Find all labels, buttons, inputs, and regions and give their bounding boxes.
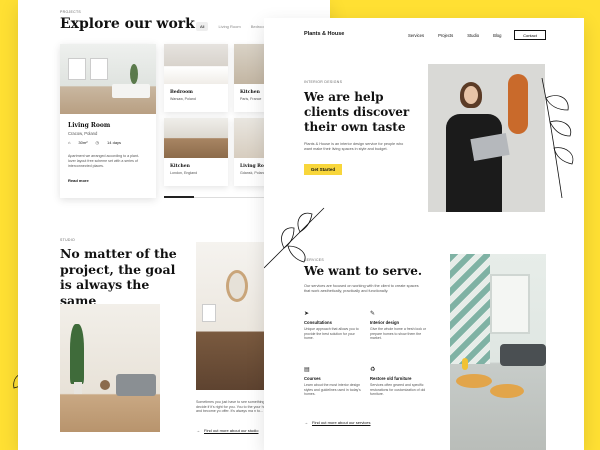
- arrow-right-icon: →: [304, 420, 308, 425]
- filter-all[interactable]: All: [196, 22, 209, 31]
- arrow-right-icon: →: [196, 428, 200, 433]
- filter-tabs: All Living Room Bedroom: [196, 22, 267, 31]
- read-more-link[interactable]: Read more: [68, 178, 89, 183]
- service-title: Restore old furniture: [370, 376, 412, 381]
- featured-area: 30m²: [78, 140, 88, 145]
- get-started-button[interactable]: Get Started: [304, 164, 342, 175]
- kitchen-photo: [164, 118, 228, 158]
- studio-label: STUDIO: [60, 238, 76, 242]
- featured-duration: 14 days: [107, 140, 122, 145]
- living-room-photo: [60, 44, 156, 114]
- featured-project-card[interactable]: Living Room Cracow, Poland ⌂ 30m² ◷ 14 d…: [60, 44, 156, 198]
- featured-location: Cracow, Poland: [68, 131, 98, 136]
- project-title: Kitchen: [240, 90, 260, 95]
- project-location: Warsaw, Poland: [170, 97, 196, 101]
- studio-headline: No matter of the project, the goal is al…: [60, 246, 177, 308]
- service-item: ♻ Restore old furniture Services often g…: [370, 366, 430, 397]
- nav-studio[interactable]: Studio: [467, 33, 479, 38]
- nav-services[interactable]: Services: [408, 33, 424, 38]
- clock-icon: ◷: [95, 140, 100, 145]
- service-text: Services often geared and specific resto…: [370, 383, 426, 397]
- living-room-photo: [60, 304, 160, 432]
- home-page: Plants & House Services Projects Studio …: [264, 18, 584, 450]
- hero-text: Plants & House is an interior design ser…: [304, 142, 404, 151]
- brand-logo[interactable]: Plants & House: [304, 31, 344, 37]
- area-icon: ⌂: [68, 140, 71, 145]
- page-title: Explore our work: [60, 16, 195, 32]
- service-item: ▤ Courses Learn about the most interior …: [304, 366, 364, 397]
- pencil-icon: ✎: [370, 311, 376, 317]
- hero-title: We are help clients discover their own t…: [304, 90, 410, 134]
- projects-label: PROJECTS: [60, 10, 82, 14]
- service-text: Learn about the most interior design sty…: [304, 383, 361, 397]
- services-label: SERVICES: [304, 258, 325, 262]
- living-room-photo: [450, 254, 546, 450]
- contact-button[interactable]: Contact: [514, 30, 546, 40]
- studio-link[interactable]: Find out more about our studio: [204, 428, 258, 433]
- bedroom-photo: [164, 44, 228, 84]
- project-location: Gdansk, Poland: [240, 171, 266, 175]
- project-location: London, England: [170, 171, 198, 175]
- service-item: ➤ Consultations Unique approach that all…: [304, 310, 364, 341]
- hero-label: INTERIOR DESIGNS: [304, 80, 343, 84]
- bedroom-photo: [196, 242, 264, 390]
- project-card[interactable]: Kitchen London, England: [164, 118, 228, 186]
- services-title: We want to serve.: [304, 264, 423, 278]
- project-title: Bedroom: [170, 90, 193, 95]
- service-text: Give the whole home a fresh look or prep…: [370, 327, 427, 341]
- project-location: Paris, France: [240, 97, 262, 101]
- woman-with-laptop-photo: [428, 64, 545, 212]
- featured-description: Apartment we arranged according to a pla…: [68, 154, 140, 168]
- featured-title: Living Room: [68, 122, 111, 129]
- nav-blog[interactable]: Blog: [493, 33, 501, 38]
- service-text: Unique approach that allows you to provi…: [304, 327, 359, 341]
- service-title: Courses: [304, 376, 321, 381]
- main-nav: Services Projects Studio Blog: [408, 33, 501, 38]
- service-title: Interior design: [370, 320, 400, 325]
- book-icon: ▤: [304, 367, 310, 373]
- service-title: Consultations: [304, 320, 332, 325]
- slider-indicator[interactable]: [164, 196, 194, 198]
- project-card[interactable]: Bedroom Warsaw, Poland: [164, 44, 228, 112]
- leaf-illustration: [541, 78, 574, 198]
- recycle-icon: ♻: [370, 367, 376, 373]
- paper-plane-icon: ➤: [304, 311, 310, 317]
- services-text: Our services are focused on working with…: [304, 284, 419, 293]
- services-link[interactable]: Find out more about our services: [312, 420, 370, 425]
- nav-projects[interactable]: Projects: [438, 33, 453, 38]
- service-item: ✎ Interior design Give the whole home a …: [370, 310, 430, 341]
- project-title: Kitchen: [170, 164, 190, 169]
- filter-living-room[interactable]: Living Room: [218, 24, 240, 29]
